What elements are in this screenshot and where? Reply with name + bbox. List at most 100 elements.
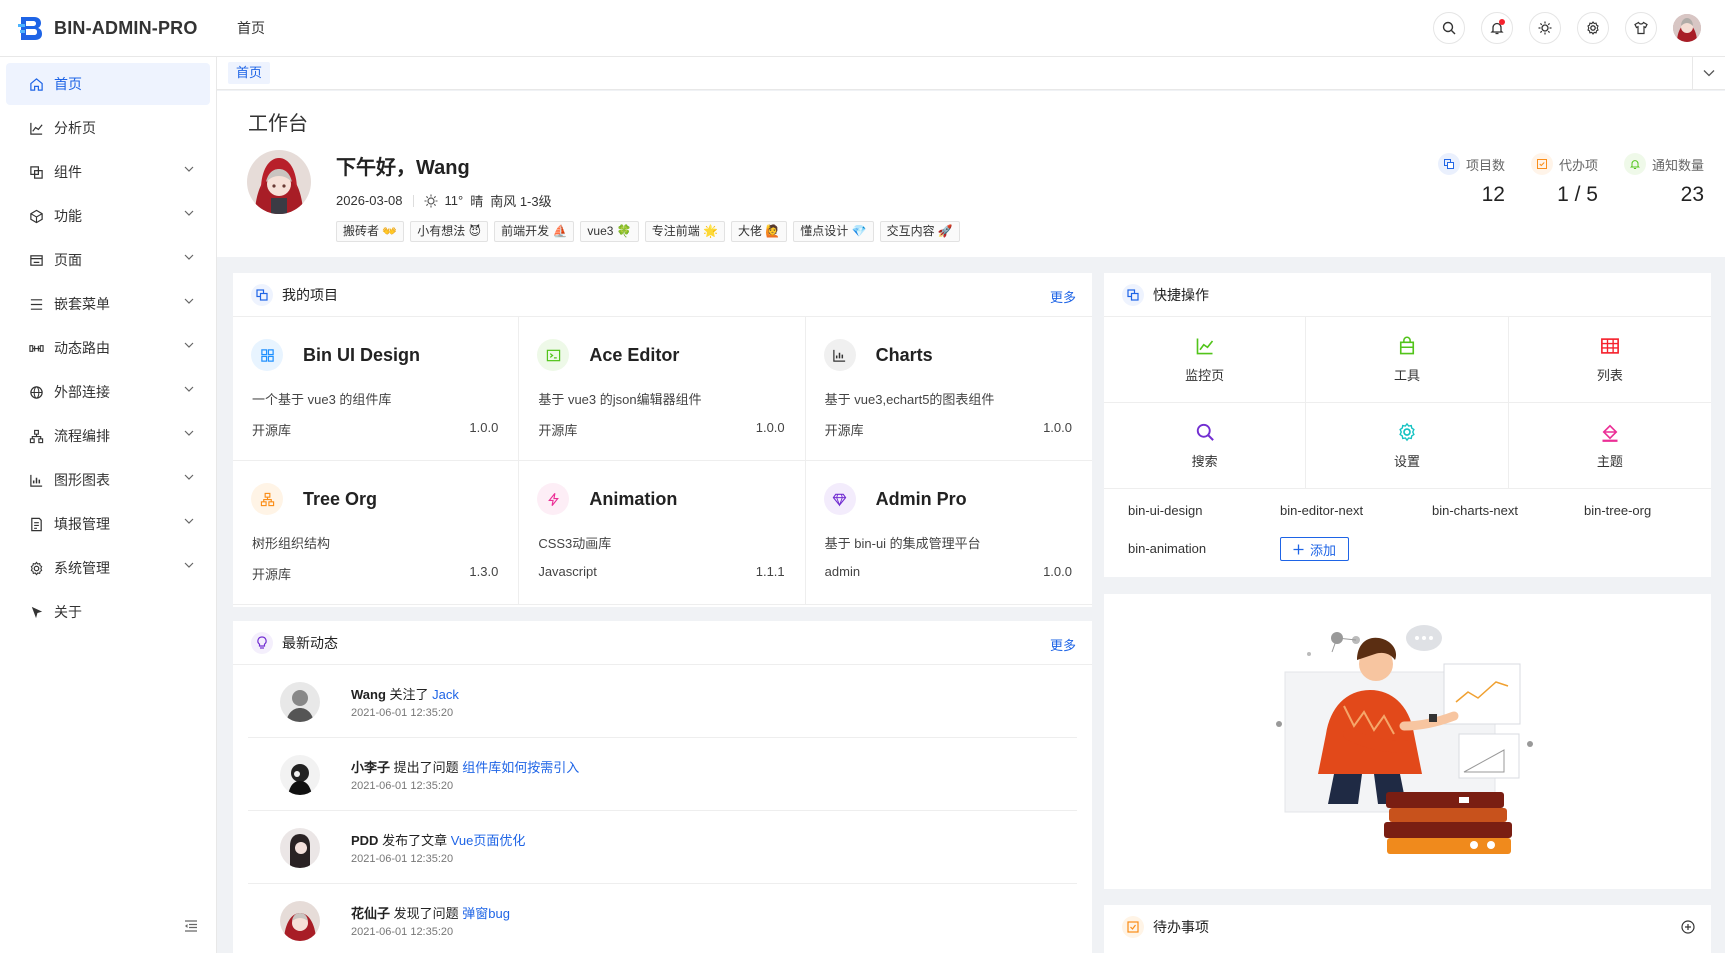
developer-illustration bbox=[1276, 625, 1533, 854]
add-todo-button[interactable] bbox=[1681, 920, 1695, 934]
sidebar-item-5[interactable]: 嵌套菜单 bbox=[6, 283, 210, 325]
project-item[interactable]: Admin Pro 基于 bin-ui 的集成管理平台 admin 1.0.0 bbox=[805, 461, 1092, 605]
notification-button[interactable] bbox=[1481, 12, 1513, 44]
bulb-icon bbox=[251, 631, 273, 654]
activity-user[interactable]: Wang bbox=[351, 687, 386, 702]
sidebar-item-icon bbox=[28, 208, 44, 224]
current-date: 2026-03-08 bbox=[336, 193, 403, 208]
project-item[interactable]: Tree Org 树形组织结构 开源库 1.3.0 bbox=[233, 461, 520, 605]
quick-action-4[interactable]: 设置 bbox=[1306, 403, 1509, 489]
todo-header: 待办事项 bbox=[1104, 905, 1711, 949]
sidebar-item-icon bbox=[28, 120, 44, 136]
sidebar-item-4[interactable]: 页面 bbox=[6, 239, 210, 281]
projects-more-link[interactable]: 更多 bbox=[1050, 287, 1076, 306]
project-item[interactable]: Ace Editor 基于 vue3 的json编辑器组件 开源库 1.0.0 bbox=[519, 317, 806, 461]
activity-target-link[interactable]: 组件库如何按需引入 bbox=[462, 760, 579, 775]
activity-avatar bbox=[280, 755, 320, 795]
quick-action-1[interactable]: 工具 bbox=[1306, 317, 1509, 403]
activity-action: 发布了文章 bbox=[382, 833, 448, 848]
sidebar-item-9[interactable]: 图形图表 bbox=[6, 459, 210, 501]
user-avatar[interactable] bbox=[1673, 14, 1701, 42]
pointer-icon bbox=[31, 606, 42, 618]
activity-more-link[interactable]: 更多 bbox=[1050, 635, 1076, 654]
sun-icon bbox=[424, 194, 437, 207]
search-icon bbox=[1442, 21, 1456, 35]
sidebar-item-icon bbox=[28, 428, 44, 444]
quick-action-label: 工具 bbox=[1393, 367, 1420, 383]
sidebar-item-7[interactable]: 外部连接 bbox=[6, 371, 210, 413]
sidebar-item-label: 关于 bbox=[54, 604, 82, 620]
plus-circle-icon bbox=[1681, 920, 1695, 934]
stat-label-row: 项目数 bbox=[1437, 153, 1505, 175]
activity-user[interactable]: PDD bbox=[351, 833, 378, 848]
add-link-button[interactable]: 添加 bbox=[1280, 537, 1349, 561]
plus-icon bbox=[1293, 544, 1304, 554]
quick-action-0[interactable]: 监控页 bbox=[1104, 317, 1307, 403]
project-desc: 树形组织结构 bbox=[252, 536, 331, 551]
todo-card: 待办事项 bbox=[1104, 905, 1711, 953]
quick-action-2[interactable]: 列表 bbox=[1508, 317, 1711, 403]
project-desc: 基于 vue3,echart5的图表组件 bbox=[824, 392, 995, 407]
add-link-label: 添加 bbox=[1309, 542, 1336, 558]
stat-label-row: 通知数量 bbox=[1623, 153, 1704, 175]
weather-text: 晴 bbox=[470, 194, 484, 209]
project-item[interactable]: Animation CSS3动画库 Javascript 1.1.1 bbox=[519, 461, 806, 605]
quick-action-5[interactable]: 主题 bbox=[1508, 403, 1711, 489]
chevron-down-icon bbox=[184, 474, 194, 480]
gear-icon bbox=[1399, 422, 1415, 441]
activity-title: 最新动态 bbox=[282, 634, 338, 651]
activity-target-link[interactable]: Jack bbox=[432, 687, 459, 702]
project-icon-wrap bbox=[823, 483, 856, 515]
sidebar-item-label: 分析页 bbox=[54, 120, 96, 136]
activity-avatar bbox=[280, 682, 320, 722]
activity-feed: Wang 关注了 Jack 2021-06-01 12:35:20 小李子 提出了问… bbox=[233, 665, 1092, 953]
sidebar-item-6[interactable]: 动态路由 bbox=[6, 327, 210, 369]
activity-user[interactable]: 小李子 bbox=[351, 760, 390, 775]
line-chart-icon bbox=[1196, 338, 1213, 354]
project-version: 1.3.0 bbox=[469, 564, 499, 579]
project-desc: 基于 bin-ui 的集成管理平台 bbox=[824, 536, 981, 551]
search-button[interactable] bbox=[1433, 12, 1465, 44]
sidebar-item-label: 填报管理 bbox=[54, 516, 110, 532]
wind-text: 南风 1-3级 bbox=[490, 194, 552, 209]
project-item[interactable]: Charts 基于 vue3,echart5的图表组件 开源库 1.0.0 bbox=[805, 317, 1092, 461]
tab-menu-button[interactable] bbox=[1692, 57, 1725, 89]
stat-label: 通知数量 bbox=[1651, 157, 1704, 173]
sidebar-item-0[interactable]: 首页 bbox=[6, 63, 210, 105]
sidebar-item-11[interactable]: 系统管理 bbox=[6, 547, 210, 589]
logo[interactable]: BIN-ADMIN-PRO bbox=[0, 0, 217, 56]
quick-link[interactable]: bin-ui-design bbox=[1128, 503, 1202, 518]
activity-target-link[interactable]: 弹窗bug bbox=[462, 906, 510, 921]
sidebar-item-2[interactable]: 组件 bbox=[6, 151, 210, 193]
header-breadcrumb[interactable]: 首页 bbox=[237, 18, 265, 38]
project-name: Ace Editor bbox=[589, 345, 680, 365]
sidebar-item-3[interactable]: 功能 bbox=[6, 195, 210, 237]
tab-home[interactable]: 首页 bbox=[228, 62, 271, 84]
stat-value: 12 bbox=[1481, 183, 1505, 206]
theme-toggle-button[interactable] bbox=[1529, 12, 1561, 44]
activity-text: 小李子 提出了问题 组件库如何按需引入 bbox=[351, 757, 579, 776]
sidebar-item-icon bbox=[28, 384, 44, 400]
collapse-sidebar-button[interactable] bbox=[180, 915, 202, 937]
quick-action-3[interactable]: 搜索 bbox=[1104, 403, 1307, 489]
sidebar-item-10[interactable]: 填报管理 bbox=[6, 503, 210, 545]
activity-card: 最新动态 更多 Wang 关注了 Jack 2021-06-01 12:35:20… bbox=[233, 621, 1092, 953]
skin-button[interactable] bbox=[1625, 12, 1657, 44]
quick-link[interactable]: bin-charts-next bbox=[1432, 503, 1518, 518]
quick-link[interactable]: bin-animation bbox=[1128, 541, 1206, 556]
bell-icon bbox=[1630, 160, 1640, 169]
quick-link[interactable]: bin-editor-next bbox=[1280, 503, 1363, 518]
quick-link[interactable]: bin-tree-org bbox=[1584, 503, 1651, 518]
org-icon bbox=[260, 492, 274, 506]
activity-target-link[interactable]: Vue页面优化 bbox=[451, 833, 526, 848]
sidebar-item-12[interactable]: 关于 bbox=[6, 591, 210, 633]
terminal-icon bbox=[546, 349, 561, 361]
sidebar-item-icon bbox=[28, 472, 44, 488]
project-type: 开源库 bbox=[824, 423, 864, 438]
logo-icon bbox=[18, 17, 42, 40]
settings-button[interactable] bbox=[1577, 12, 1609, 44]
project-item[interactable]: Bin UI Design 一个基于 vue3 的组件库 开源库 1.0.0 bbox=[233, 317, 520, 461]
activity-user[interactable]: 花仙子 bbox=[351, 906, 390, 921]
sidebar-item-1[interactable]: 分析页 bbox=[6, 107, 210, 149]
sidebar-item-8[interactable]: 流程编排 bbox=[6, 415, 210, 457]
